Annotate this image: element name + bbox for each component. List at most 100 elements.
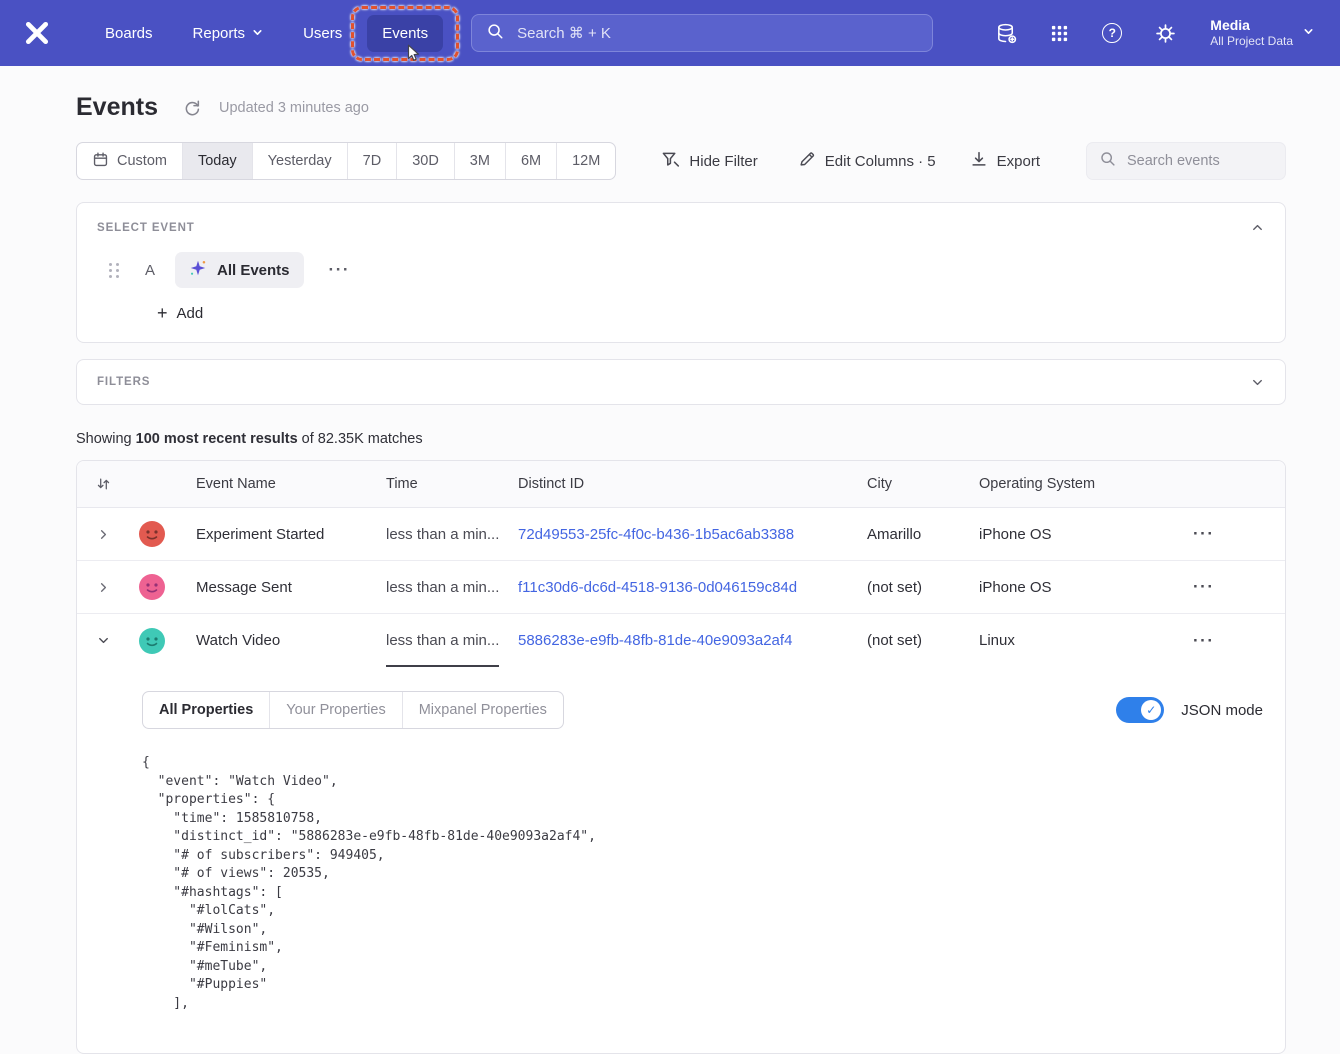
last-updated-text: Updated 3 minutes ago [219, 100, 369, 116]
toggle-check-icon: ✓ [1141, 700, 1161, 720]
nav-item-label: Users [303, 25, 342, 42]
data-management-icon[interactable] [994, 21, 1018, 45]
column-header-distinct-id[interactable]: Distinct ID [518, 476, 867, 492]
help-icon[interactable]: ? [1100, 21, 1124, 45]
date-range-12m[interactable]: 12M [556, 143, 615, 179]
nav-item-label: Events [382, 25, 428, 42]
chevron-down-icon [1303, 24, 1314, 42]
top-navbar: Boards Reports Users Events [0, 0, 1340, 66]
nav-item-label: Boards [105, 25, 153, 42]
table-row[interactable]: Experiment Started less than a min... 72… [77, 508, 1285, 561]
settings-gear-icon[interactable] [1153, 21, 1177, 45]
tab-mixpanel-properties[interactable]: Mixpanel Properties [402, 692, 563, 728]
event-sparkle-icon [189, 259, 207, 281]
json-mode-control: ✓ JSON mode [1116, 697, 1265, 723]
date-range-3m[interactable]: 3M [454, 143, 505, 179]
distinct-id-link[interactable]: 72d49553-25fc-4f0c-b436-1b5ac6ab3388 [518, 526, 867, 543]
column-header-event-name[interactable]: Event Name [196, 476, 386, 492]
export-button[interactable]: Export [970, 150, 1040, 172]
event-name-cell: Experiment Started [196, 526, 386, 543]
events-page: Events Updated 3 minutes ago Custom Toda… [0, 66, 1340, 1054]
distinct-id-link[interactable]: f11c30d6-dc6d-4518-9136-0d046159c84d [518, 579, 867, 596]
row-menu-button[interactable]: ··· [1193, 577, 1214, 597]
chevron-down-icon [252, 25, 263, 42]
search-events-box[interactable] [1086, 142, 1286, 180]
city-cell: Amarillo [867, 526, 979, 543]
json-mode-label: JSON mode [1181, 702, 1263, 719]
cursor-icon [407, 44, 422, 66]
filters-title: FILTERS [97, 376, 150, 388]
refresh-icon[interactable] [182, 98, 201, 117]
date-range-today[interactable]: Today [182, 143, 252, 179]
edit-columns-button[interactable]: Edit Columns · 5 [798, 150, 936, 172]
select-event-card: SELECT EVENT A All Events ··· + Add [76, 202, 1286, 343]
project-selector[interactable]: Media All Project Data [1210, 17, 1314, 49]
add-event-button[interactable]: + Add [157, 304, 1265, 322]
tab-all-properties[interactable]: All Properties [143, 692, 269, 728]
chevron-right-icon[interactable] [96, 580, 111, 595]
column-header-time[interactable]: Time [386, 476, 518, 492]
expand-chevron-down-icon[interactable] [1250, 375, 1265, 390]
row-detail-panel: All Properties Your Properties Mixpanel … [77, 667, 1285, 1053]
avatar [139, 521, 165, 547]
collapse-chevron-up-icon[interactable] [1250, 220, 1265, 235]
search-events-input[interactable] [1125, 152, 1273, 170]
global-search[interactable] [471, 14, 933, 52]
time-column-underline [386, 665, 499, 667]
table-row-expanded[interactable]: Watch Video less than a min... 5886283e-… [77, 614, 1285, 667]
primary-nav: Boards Reports Users Events [90, 15, 443, 52]
time-cell: less than a min... [386, 526, 518, 543]
tab-your-properties[interactable]: Your Properties [269, 692, 401, 728]
page-title: Events [76, 93, 158, 122]
date-range-yesterday[interactable]: Yesterday [252, 143, 347, 179]
table-row[interactable]: Message Sent less than a min... f11c30d6… [77, 561, 1285, 614]
date-range-7d[interactable]: 7D [347, 143, 397, 179]
avatar [139, 628, 165, 654]
filters-card[interactable]: FILTERS [76, 359, 1286, 405]
navbar-actions: ? Media All Project Data [994, 17, 1314, 49]
nav-item-boards[interactable]: Boards [90, 15, 168, 52]
event-row-letter: A [143, 262, 157, 279]
properties-tabs: All Properties Your Properties Mixpanel … [142, 691, 564, 729]
drag-handle-icon[interactable] [109, 263, 120, 278]
toolbar: Custom Today Yesterday 7D 30D 3M 6M 12M … [76, 142, 1286, 180]
project-scope: All Project Data [1210, 34, 1293, 49]
avatar [139, 574, 165, 600]
plus-icon: + [157, 304, 168, 322]
json-mode-toggle[interactable]: ✓ [1116, 697, 1164, 723]
chevron-right-icon[interactable] [96, 527, 111, 542]
date-range-30d[interactable]: 30D [396, 143, 454, 179]
all-events-selector[interactable]: All Events [175, 252, 304, 288]
os-cell: iPhone OS [979, 579, 1193, 596]
filter-icon [661, 150, 680, 173]
sort-icon[interactable] [95, 476, 112, 492]
event-name-cell: Message Sent [196, 579, 386, 596]
select-event-title: SELECT EVENT [97, 222, 195, 234]
row-menu-button[interactable]: ··· [1193, 631, 1214, 651]
column-header-os[interactable]: Operating System [979, 476, 1193, 492]
date-range-custom[interactable]: Custom [77, 143, 182, 179]
event-options-menu[interactable]: ··· [329, 260, 350, 280]
search-icon [486, 22, 504, 45]
nav-item-reports[interactable]: Reports [178, 15, 279, 52]
apps-grid-icon[interactable] [1047, 21, 1071, 45]
hide-filter-button[interactable]: Hide Filter [661, 150, 757, 173]
nav-item-label: Reports [193, 25, 246, 42]
download-icon [970, 150, 988, 172]
mixpanel-logo[interactable] [22, 18, 52, 48]
row-menu-button[interactable]: ··· [1193, 524, 1214, 544]
column-header-city[interactable]: City [867, 476, 979, 492]
global-search-input[interactable] [515, 24, 918, 43]
events-table: Event Name Time Distinct ID City Operati… [76, 460, 1286, 1054]
nav-item-users[interactable]: Users [288, 15, 357, 52]
results-count: 100 most recent results [136, 431, 298, 447]
time-cell: less than a min... [386, 579, 518, 596]
event-name-cell: Watch Video [196, 632, 386, 649]
nav-item-events[interactable]: Events [367, 15, 443, 52]
all-events-label: All Events [217, 262, 290, 279]
date-range-6m[interactable]: 6M [505, 143, 556, 179]
page-header: Events Updated 3 minutes ago [76, 93, 1286, 122]
distinct-id-link[interactable]: 5886283e-e9fb-48fb-81de-40e9093a2af4 [518, 632, 867, 649]
chevron-down-icon[interactable] [96, 633, 111, 648]
os-cell: Linux [979, 632, 1193, 649]
